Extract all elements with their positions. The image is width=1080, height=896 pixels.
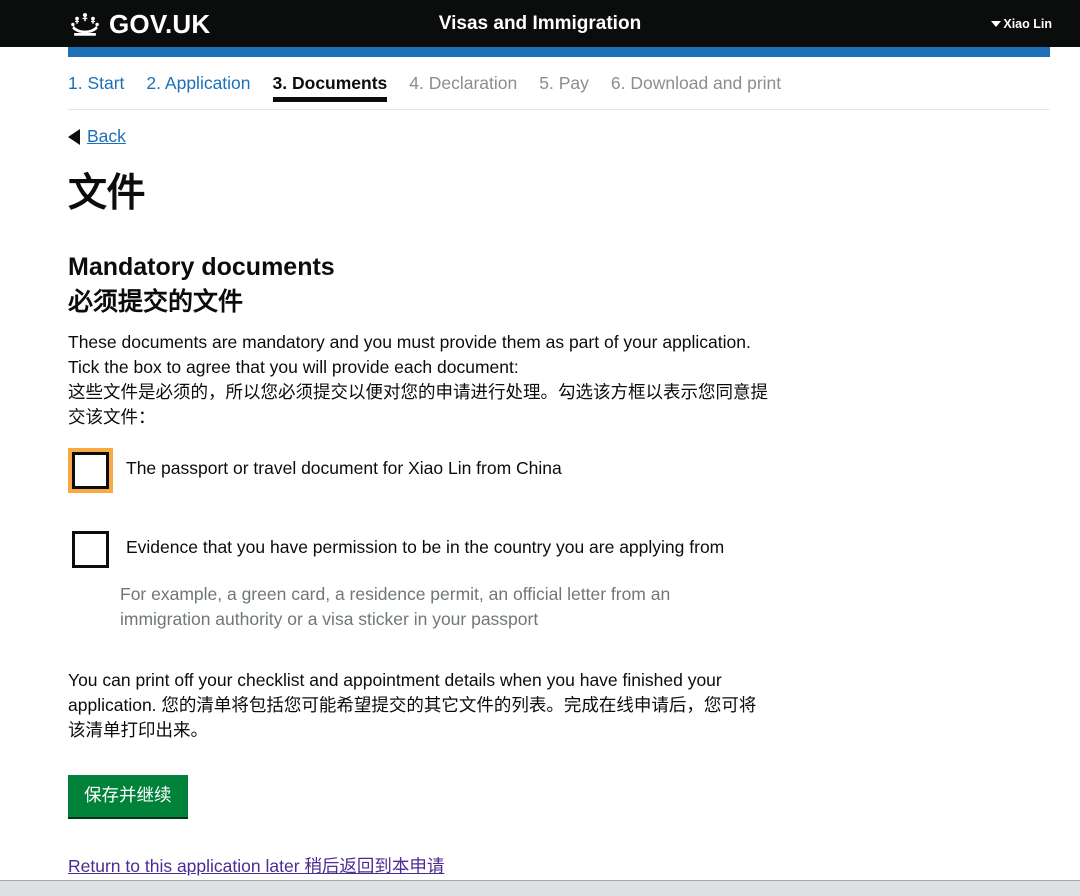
checkbox-row-passport: The passport or travel document for Xiao… (68, 448, 1050, 494)
intro-paragraph-en: These documents are mandatory and you mu… (68, 332, 751, 378)
crown-icon (68, 11, 102, 37)
intro-paragraph: These documents are mandatory and you mu… (68, 330, 768, 430)
section-heading-en: Mandatory documents (68, 252, 335, 281)
checkbox-label-permission[interactable]: Evidence that you have permission to be … (126, 535, 724, 560)
govuk-brand-link[interactable]: GOV.UK (68, 11, 210, 37)
step-item-application[interactable]: 2. Application (146, 71, 250, 100)
checkbox-label-passport[interactable]: The passport or travel document for Xiao… (126, 456, 562, 481)
step-item-declaration: 4. Declaration (409, 73, 518, 93)
save-and-continue-button[interactable]: 保存并继续 (68, 775, 188, 820)
checkbox-passport[interactable] (68, 448, 113, 494)
step-item-download-and-print: 6. Download and print (610, 73, 782, 93)
account-menu-button[interactable]: Xiao Lin (991, 17, 1052, 31)
closing-paragraph: You can print off your checklist and app… (68, 668, 758, 743)
footer-strip (0, 880, 1080, 896)
step-item-start[interactable]: 1. Start (68, 71, 124, 100)
checkbox-row-permission: Evidence that you have permission to be … (68, 527, 1050, 572)
govuk-brand-text: GOV.UK (109, 8, 211, 39)
checkbox-permission[interactable] (68, 527, 113, 572)
checkbox-hint-permission: For example, a green card, a residence p… (120, 584, 671, 630)
closing-paragraph-cn: 您的清单将包括您可能希望提交的其它文件的列表。完成在线申请后，您可将该清单打印出… (68, 695, 757, 741)
section-heading-cn: 必须提交的文件 (68, 288, 244, 317)
checkbox-box-permission (72, 531, 109, 569)
checkbox-block-permission: Evidence that you have permission to be … (68, 527, 1050, 632)
caret-down-icon (991, 20, 1002, 27)
mandatory-documents-checkbox-list: The passport or travel document for Xiao… (68, 448, 1050, 632)
step-item-pay: 5. Pay (539, 73, 589, 93)
back-link[interactable]: Back (68, 126, 126, 147)
step-navigation: 1. Start 2. Application 3. Documents 4. … (68, 57, 1050, 110)
back-link-label: Back (87, 126, 126, 146)
account-name-label: Xiao Lin (1003, 16, 1052, 31)
page-title: 文件 (68, 172, 146, 215)
intro-paragraph-cn: 这些文件是必须的，所以您必须提交以便对您的申请进行处理。勾选该方框以表示您同意提… (68, 382, 768, 428)
page-wrapper: 1. Start 2. Application 3. Documents 4. … (68, 47, 1050, 878)
progress-bar (68, 47, 1050, 57)
site-header: GOV.UK Visas and Immigration Xiao Lin (0, 0, 1080, 47)
step-item-documents[interactable]: 3. Documents (272, 71, 387, 102)
checkbox-box-passport (72, 452, 109, 490)
return-later-link[interactable]: Return to this application later 稍后返回到本申… (68, 853, 444, 878)
triangle-left-icon (68, 128, 80, 145)
